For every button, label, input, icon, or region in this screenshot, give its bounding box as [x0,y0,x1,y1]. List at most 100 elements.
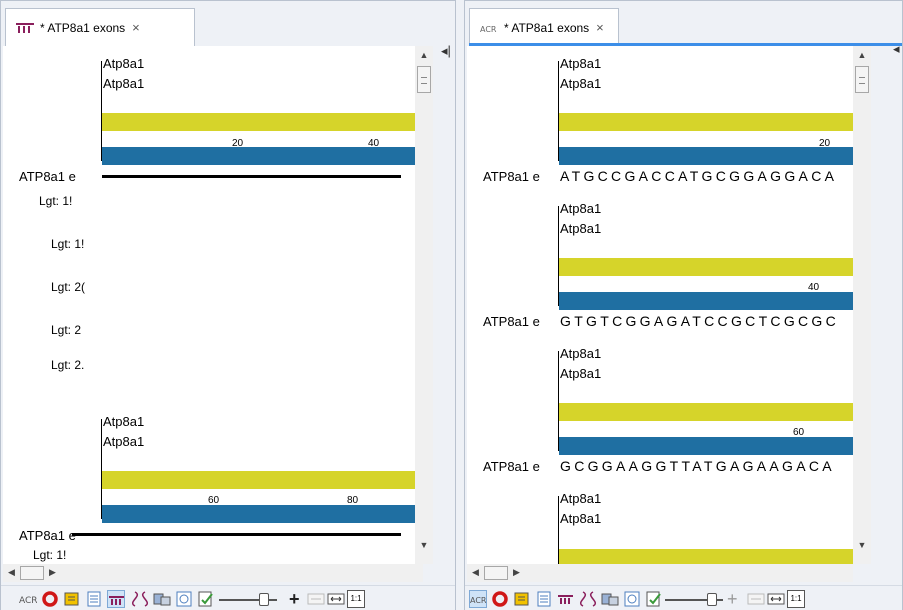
track-axis-line [101,61,102,161]
right-tab-title: * ATP8a1 exons [504,20,590,35]
close-icon[interactable]: × [596,20,604,35]
nucleotide-sequence[interactable]: GTGTCGGAGATCCGCTCGCGC [560,313,839,329]
track-label: Atp8a1 [103,414,145,429]
annotation-bar[interactable] [102,113,415,131]
track-label: Atp8a1 [560,56,602,71]
sequence-name: ATP8a1 e [19,528,76,543]
length-label: Lgt: 1! [51,237,85,251]
close-icon[interactable]: × [132,20,140,35]
circular-view-icon[interactable] [491,590,509,608]
left-editor-panel: * ATP8a1 exons × Atp8a1 Atp8a1 20 40 ATP… [0,0,456,610]
horizontal-scrollbar[interactable]: ◀ ▶ [3,564,423,582]
scroll-down-icon[interactable]: ▼ [419,540,429,550]
sequence-track-bar[interactable] [102,505,415,523]
zoom-to-selection-icon[interactable] [747,590,765,608]
horizontal-scrollbar[interactable]: ◀ ▶ [467,564,853,582]
zoom-to-selection-icon[interactable] [307,590,325,608]
svg-text:ACR: ACR [470,596,487,605]
track-view-icon[interactable] [107,590,125,608]
sequence-track-bar[interactable] [559,147,853,165]
scrollbar-thumb[interactable] [855,66,869,93]
track-label: Atp8a1 [560,76,602,91]
annotation-bar[interactable] [559,258,853,276]
sequence-view-icon[interactable]: ACR [469,590,487,608]
scrollbar-thumb[interactable] [417,66,431,93]
text-view-icon[interactable] [513,590,531,608]
table-view-icon[interactable] [535,590,553,608]
track-axis-line [558,351,559,451]
scroll-left-icon[interactable]: ◀ [472,567,479,578]
scroll-up-icon[interactable]: ▲ [419,50,429,60]
zoom-in-icon[interactable]: + [727,590,745,608]
primer-design-icon[interactable] [131,590,149,608]
length-label: Lgt: 2. [51,358,85,372]
annotation-table-icon[interactable] [645,590,663,608]
zoom-one-to-one-button[interactable]: 1:1 [347,590,365,608]
right-view-toolbar: ACR + 1:1 [465,585,902,610]
fit-width-icon[interactable] [767,590,785,608]
right-tab[interactable]: ACR * ATP8a1 exons × [469,8,619,46]
left-tab-bar: * ATP8a1 exons × [1,1,455,47]
track-label: Atp8a1 [560,366,602,381]
length-label: Lgt: 1! [33,548,67,562]
svg-text:ACR: ACR [19,596,37,606]
zoom-slider-track[interactable] [219,599,261,601]
zoom-slider-track[interactable] [665,599,709,601]
zoom-slider-knob[interactable] [707,593,717,606]
annotation-bar[interactable] [559,403,853,421]
length-label: Lgt: 1! [39,194,73,208]
sequence-view-icon[interactable]: ACR [19,590,38,608]
track-axis-line [558,61,559,161]
sequence-track-bar[interactable] [559,437,853,455]
right-sequence-view[interactable]: Atp8a1 Atp8a1 20 ATP8a1 e ATGCCGACCATGCG… [467,46,853,564]
scroll-right-icon[interactable]: ▶ [49,567,56,578]
zoom-slider-knob[interactable] [259,593,269,606]
scrollbar-thumb[interactable] [484,566,508,580]
track-axis-line [101,419,102,519]
scroll-left-icon[interactable]: ◀ [8,567,15,578]
left-tab-title: * ATP8a1 exons [40,20,126,35]
right-editor-panel: ACR * ATP8a1 exons × Atp8a1 Atp8a1 20 AT… [464,0,903,610]
history-icon[interactable] [175,590,193,608]
sequence-track-bar[interactable] [102,147,415,165]
track-axis-line [558,206,559,306]
track-view-icon[interactable] [557,590,575,608]
annotation-table-icon[interactable] [197,590,215,608]
nucleotide-sequence[interactable]: ATGCCGACCATGCGGAGGACA [560,168,837,184]
scroll-right-icon[interactable]: ▶ [513,567,520,578]
sequence-track-bar[interactable] [559,292,853,310]
history-icon[interactable] [623,590,641,608]
annotation-bar[interactable] [102,471,415,489]
left-sequence-view[interactable]: Atp8a1 Atp8a1 20 40 ATP8a1 e Lgt: 1! Lgt… [3,46,415,564]
collapse-side-panel-icon[interactable]: ◂| [441,43,451,59]
text-view-icon[interactable] [63,590,81,608]
vertical-scrollbar[interactable]: ▲ ▼ [415,46,433,564]
vertical-scrollbar[interactable]: ▲ ▼ [853,46,871,564]
primer-design-icon[interactable] [579,590,597,608]
track-label: Atp8a1 [103,76,145,91]
zoom-slider-track [269,599,277,601]
table-view-icon[interactable] [85,590,103,608]
scroll-down-icon[interactable]: ▼ [857,540,867,550]
track-label: Atp8a1 [103,434,145,449]
scroll-up-icon[interactable]: ▲ [857,50,867,60]
track-label: Atp8a1 [560,491,602,506]
track-list-icon [16,22,36,34]
annotation-bar[interactable] [559,113,853,131]
zoom-in-icon[interactable]: + [289,590,307,608]
nucleotide-sequence[interactable]: GCGGAAGGTTATGAGAAGACA [560,458,835,474]
track-label: Atp8a1 [560,201,602,216]
track-label: Atp8a1 [560,511,602,526]
circular-view-icon[interactable] [41,590,59,608]
left-view-toolbar: ACR + 1:1 [1,585,455,610]
collapse-side-panel-icon[interactable]: ◂ [893,41,900,57]
zoom-one-to-one-button[interactable]: 1:1 [787,590,805,608]
left-tab[interactable]: * ATP8a1 exons × [5,8,195,46]
restriction-sites-icon[interactable] [601,590,619,608]
restriction-sites-icon[interactable] [153,590,171,608]
scrollbar-thumb[interactable] [20,566,44,580]
track-label: Atp8a1 [560,346,602,361]
fit-width-icon[interactable] [327,590,345,608]
sequence-line [102,175,401,178]
annotation-bar[interactable] [559,549,853,564]
